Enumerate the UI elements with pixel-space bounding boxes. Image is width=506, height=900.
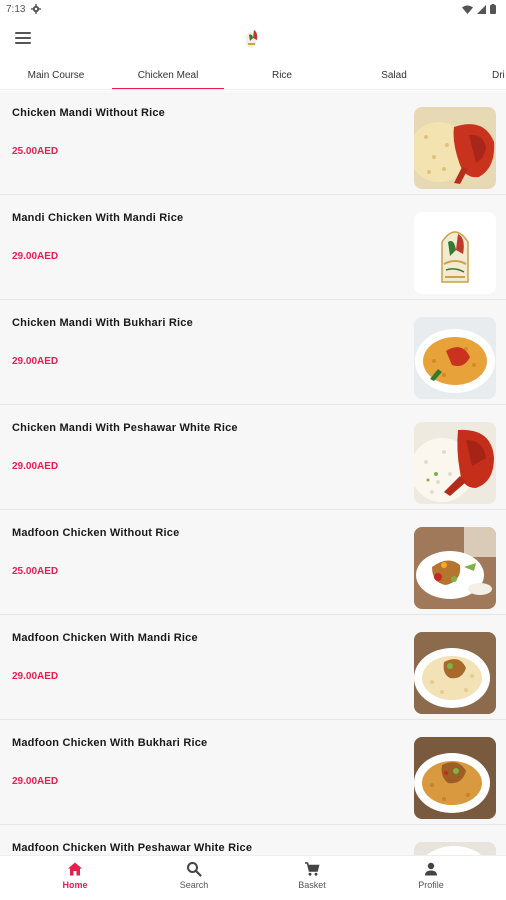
nav-profile[interactable]: Profile	[381, 861, 481, 897]
menu-item-list[interactable]: Chicken Mandi Without Rice 25.00AED Mand…	[0, 91, 506, 855]
profile-icon	[425, 862, 437, 876]
restaurant-logo-image-icon	[414, 212, 496, 294]
menu-item[interactable]: Chicken Mandi Without Rice 25.00AED	[0, 91, 506, 195]
item-price: 29.00AED	[12, 251, 59, 262]
menu-item[interactable]: Madfoon Chicken With Mandi Rice 29.00AED	[0, 616, 506, 720]
menu-icon[interactable]	[14, 29, 32, 47]
chicken-rice-photo-icon	[414, 107, 496, 189]
category-tabs: Main Course Chicken Meal Rice Salad Dri	[0, 60, 506, 90]
item-price: 29.00AED	[12, 356, 59, 367]
battery-icon	[490, 4, 496, 14]
item-price: 25.00AED	[12, 566, 59, 577]
search-icon	[187, 862, 202, 877]
app-bar	[0, 18, 506, 60]
madfoon-white-rice-photo-icon	[414, 842, 496, 855]
nav-profile-label: Profile	[418, 880, 444, 890]
madfoon-plate-photo-icon	[414, 527, 496, 609]
item-name: Madfoon Chicken With Bukhari Rice	[12, 737, 208, 749]
wifi-icon	[462, 5, 473, 14]
nav-home-label: Home	[62, 880, 88, 890]
item-name: Chicken Mandi With Bukhari Rice	[12, 317, 193, 329]
item-name: Madfoon Chicken With Peshawar White Rice	[12, 842, 253, 854]
bukhari-rice-photo-icon	[414, 317, 496, 399]
item-price: 29.00AED	[12, 776, 59, 787]
item-price: 29.00AED	[12, 461, 59, 472]
menu-item[interactable]: Mandi Chicken With Mandi Rice 29.00AED	[0, 196, 506, 300]
signal-icon	[477, 4, 486, 14]
item-name: Chicken Mandi Without Rice	[12, 107, 165, 119]
menu-item[interactable]: Chicken Mandi With Peshawar White Rice 2…	[0, 406, 506, 510]
madfoon-bukhari-photo-icon	[414, 737, 496, 819]
tab-main-course[interactable]: Main Course	[0, 60, 112, 89]
item-name: Chicken Mandi With Peshawar White Rice	[12, 422, 238, 434]
nav-basket-label: Basket	[298, 880, 326, 890]
tab-salad[interactable]: Salad	[338, 60, 450, 89]
nav-search[interactable]: Search	[144, 861, 244, 897]
menu-item[interactable]: Madfoon Chicken With Peshawar White Rice	[0, 826, 506, 855]
cart-icon	[305, 862, 320, 876]
nav-basket[interactable]: Basket	[262, 861, 362, 897]
home-icon	[68, 862, 82, 876]
menu-item[interactable]: Madfoon Chicken With Bukhari Rice 29.00A…	[0, 721, 506, 825]
status-time: 7:13	[6, 3, 26, 15]
nav-home[interactable]: Home	[25, 861, 125, 897]
menu-item[interactable]: Chicken Mandi With Bukhari Rice 29.00AED	[0, 301, 506, 405]
menu-item[interactable]: Madfoon Chicken Without Rice 25.00AED	[0, 511, 506, 615]
restaurant-logo-icon	[246, 30, 258, 48]
tab-chicken-meal[interactable]: Chicken Meal	[112, 60, 224, 89]
tab-rice[interactable]: Rice	[226, 60, 338, 89]
status-bar: 7:13	[0, 0, 506, 18]
settings-gear-icon	[31, 4, 42, 14]
item-name: Mandi Chicken With Mandi Rice	[12, 212, 184, 224]
bottom-navigation: Home Search Basket Profile	[0, 855, 506, 900]
item-price: 29.00AED	[12, 671, 59, 682]
tab-drinks[interactable]: Dri	[450, 60, 506, 89]
item-name: Madfoon Chicken With Mandi Rice	[12, 632, 198, 644]
nav-search-label: Search	[179, 880, 209, 890]
white-rice-chicken-photo-icon	[414, 422, 496, 504]
item-price: 25.00AED	[12, 146, 59, 157]
item-name: Madfoon Chicken Without Rice	[12, 527, 180, 539]
madfoon-rice-photo-icon	[414, 632, 496, 714]
